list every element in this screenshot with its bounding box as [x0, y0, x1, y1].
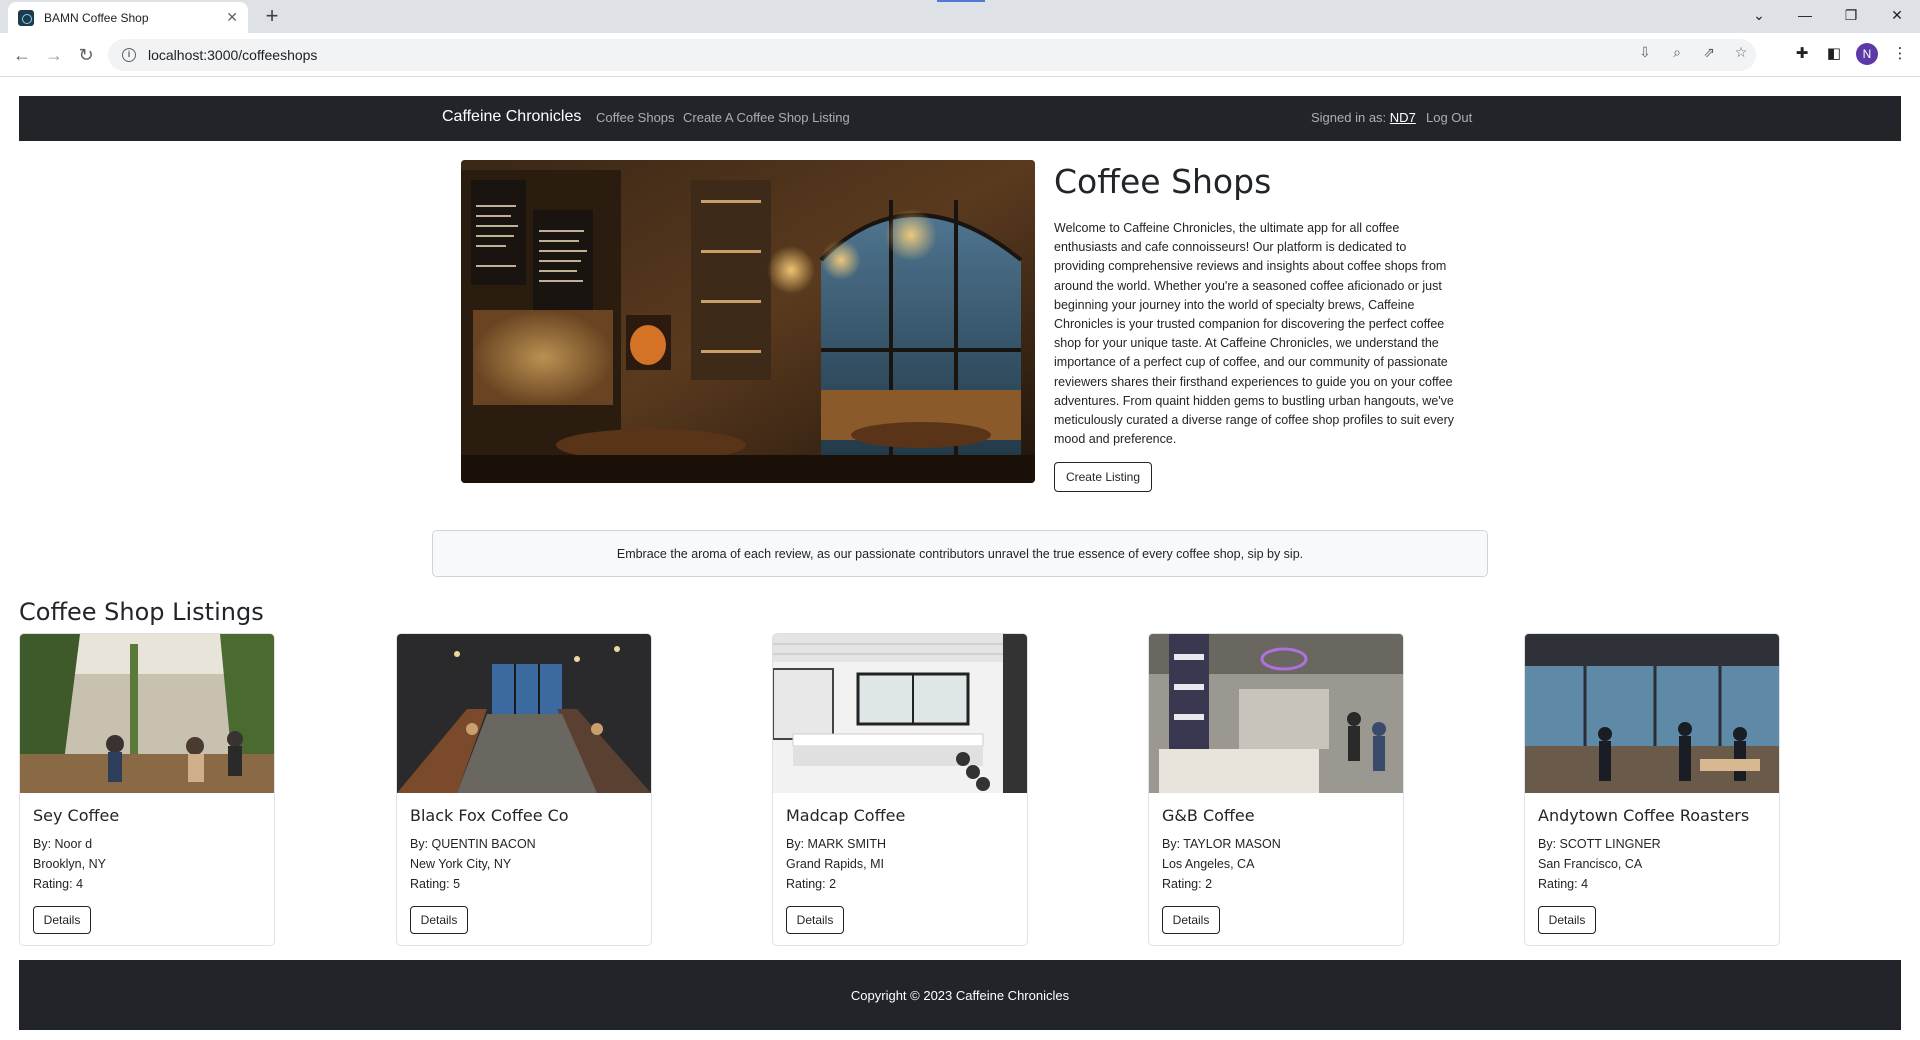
- profile-avatar[interactable]: N: [1856, 43, 1878, 65]
- cafe-illustration: [461, 160, 1035, 483]
- card-rating: Rating: 4: [33, 877, 84, 891]
- madcap-coffee-photo: [773, 634, 1027, 793]
- new-tab-button[interactable]: +: [258, 4, 286, 30]
- card-author: By: TAYLOR MASON: [1162, 837, 1281, 851]
- create-listing-button[interactable]: Create Listing: [1054, 462, 1152, 492]
- coffee-shop-card: Andytown Coffee Roasters By: SCOTT LINGN…: [1524, 633, 1780, 946]
- card-title: Black Fox Coffee Co: [410, 806, 569, 825]
- card-rating: Rating: 5: [410, 877, 461, 891]
- tab-search-icon[interactable]: ⌄: [1736, 0, 1782, 30]
- tagline-text: Embrace the aroma of each review, as our…: [616, 546, 1304, 561]
- details-button[interactable]: Details: [786, 906, 844, 934]
- browser-extensions: ✚ ◧ N ⋮: [1792, 41, 1910, 67]
- react-favicon-icon: [18, 9, 34, 26]
- install-app-icon[interactable]: ⇩: [1636, 44, 1654, 64]
- card-title: Madcap Coffee: [786, 806, 906, 825]
- close-window-icon[interactable]: ✕: [1874, 0, 1920, 30]
- card-location: Los Angeles, CA: [1162, 857, 1255, 871]
- g-and-b-coffee-photo: [1149, 634, 1403, 793]
- card-location: New York City, NY: [410, 857, 512, 871]
- sey-coffee-photo: [20, 634, 274, 793]
- coffee-shop-card: G&B Coffee By: TAYLOR MASON Los Angeles,…: [1148, 633, 1404, 946]
- hero-cafe-image: [461, 160, 1035, 483]
- black-fox-coffee-photo: [397, 634, 651, 793]
- address-url[interactable]: localhost:3000/coffeeshops: [148, 47, 317, 63]
- nav-link-create-listing[interactable]: Create A Coffee Shop Listing: [683, 110, 850, 125]
- listings-heading: Coffee Shop Listings: [19, 598, 264, 626]
- coffee-shop-card: Madcap Coffee By: MARK SMITH Grand Rapid…: [772, 633, 1028, 946]
- extensions-puzzle-icon[interactable]: ✚: [1792, 41, 1812, 67]
- username-link[interactable]: ND7: [1390, 110, 1416, 125]
- site-navbar: Caffeine Chronicles Coffee Shops Create …: [19, 96, 1901, 141]
- card-rating: Rating: 2: [786, 877, 837, 891]
- tab-close-icon[interactable]: ✕: [226, 9, 238, 26]
- forward-icon[interactable]: →: [40, 41, 68, 69]
- omnibox-actions: ⇩ ⌕ ⇗ ☆: [1636, 44, 1750, 64]
- card-title: Sey Coffee: [33, 806, 120, 825]
- zoom-icon[interactable]: ⌕: [1668, 44, 1686, 64]
- card-author: By: SCOTT LINGNER: [1538, 837, 1661, 851]
- card-title: Andytown Coffee Roasters: [1538, 806, 1750, 825]
- signed-in-status: Signed in as: ND7: [1311, 110, 1416, 125]
- window-controls: ⌄ — ❐ ✕: [1736, 0, 1920, 30]
- side-panel-icon[interactable]: ◧: [1824, 41, 1844, 67]
- site-info-icon[interactable]: i: [122, 48, 136, 62]
- hero-description: Welcome to Caffeine Chronicles, the ulti…: [1054, 221, 1454, 447]
- browser-tabstrip: BAMN Coffee Shop ✕ + ⌄ — ❐ ✕: [0, 0, 1920, 33]
- reload-icon[interactable]: ↻: [72, 41, 100, 69]
- details-button[interactable]: Details: [410, 906, 468, 934]
- details-button[interactable]: Details: [1538, 906, 1596, 934]
- page-title: Coffee Shops: [1054, 162, 1272, 201]
- card-location: San Francisco, CA: [1538, 857, 1643, 871]
- share-icon[interactable]: ⇗: [1700, 44, 1718, 64]
- page-content: Caffeine Chronicles Coffee Shops Create …: [0, 78, 1920, 1040]
- card-rating: Rating: 4: [1538, 877, 1589, 891]
- card-rating: Rating: 2: [1162, 877, 1213, 891]
- card-author: By: QUENTIN BACON: [410, 837, 536, 851]
- logout-link[interactable]: Log Out: [1426, 110, 1472, 125]
- navbar-brand[interactable]: Caffeine Chronicles: [442, 108, 581, 126]
- details-button[interactable]: Details: [33, 906, 91, 934]
- restore-icon[interactable]: ❐: [1828, 0, 1874, 30]
- card-author: By: Noor d: [33, 837, 93, 851]
- browser-tab-active[interactable]: BAMN Coffee Shop ✕: [8, 2, 248, 33]
- back-icon[interactable]: ←: [8, 41, 36, 69]
- site-footer: Copyright © 2023 Caffeine Chronicles: [19, 960, 1901, 1030]
- coffee-shop-card: Sey Coffee By: Noor d Brooklyn, NY Ratin…: [19, 633, 275, 946]
- card-title: G&B Coffee: [1162, 806, 1255, 825]
- card-location: Brooklyn, NY: [33, 857, 106, 871]
- menu-kebab-icon[interactable]: ⋮: [1890, 41, 1910, 67]
- signed-in-label: Signed in as:: [1311, 110, 1387, 125]
- card-author: By: MARK SMITH: [786, 837, 887, 851]
- tagline-banner: Embrace the aroma of each review, as our…: [432, 530, 1488, 577]
- nav-link-coffee-shops[interactable]: Coffee Shops: [596, 110, 675, 125]
- tab-title: BAMN Coffee Shop: [44, 10, 149, 25]
- bookmark-star-icon[interactable]: ☆: [1732, 44, 1750, 64]
- minimize-icon[interactable]: —: [1782, 0, 1828, 30]
- tabstrip-indicator: [937, 0, 985, 2]
- andytown-coffee-photo: [1525, 634, 1779, 793]
- copyright-text: Copyright © 2023 Caffeine Chronicles: [850, 987, 1070, 1003]
- browser-toolbar: ← → ↻ i localhost:3000/coffeeshops ⇩ ⌕ ⇗…: [0, 33, 1920, 77]
- coffee-shop-card: Black Fox Coffee Co By: QUENTIN BACON Ne…: [396, 633, 652, 946]
- details-button[interactable]: Details: [1162, 906, 1220, 934]
- card-location: Grand Rapids, MI: [786, 857, 884, 871]
- address-bar[interactable]: i localhost:3000/coffeeshops: [108, 39, 1756, 71]
